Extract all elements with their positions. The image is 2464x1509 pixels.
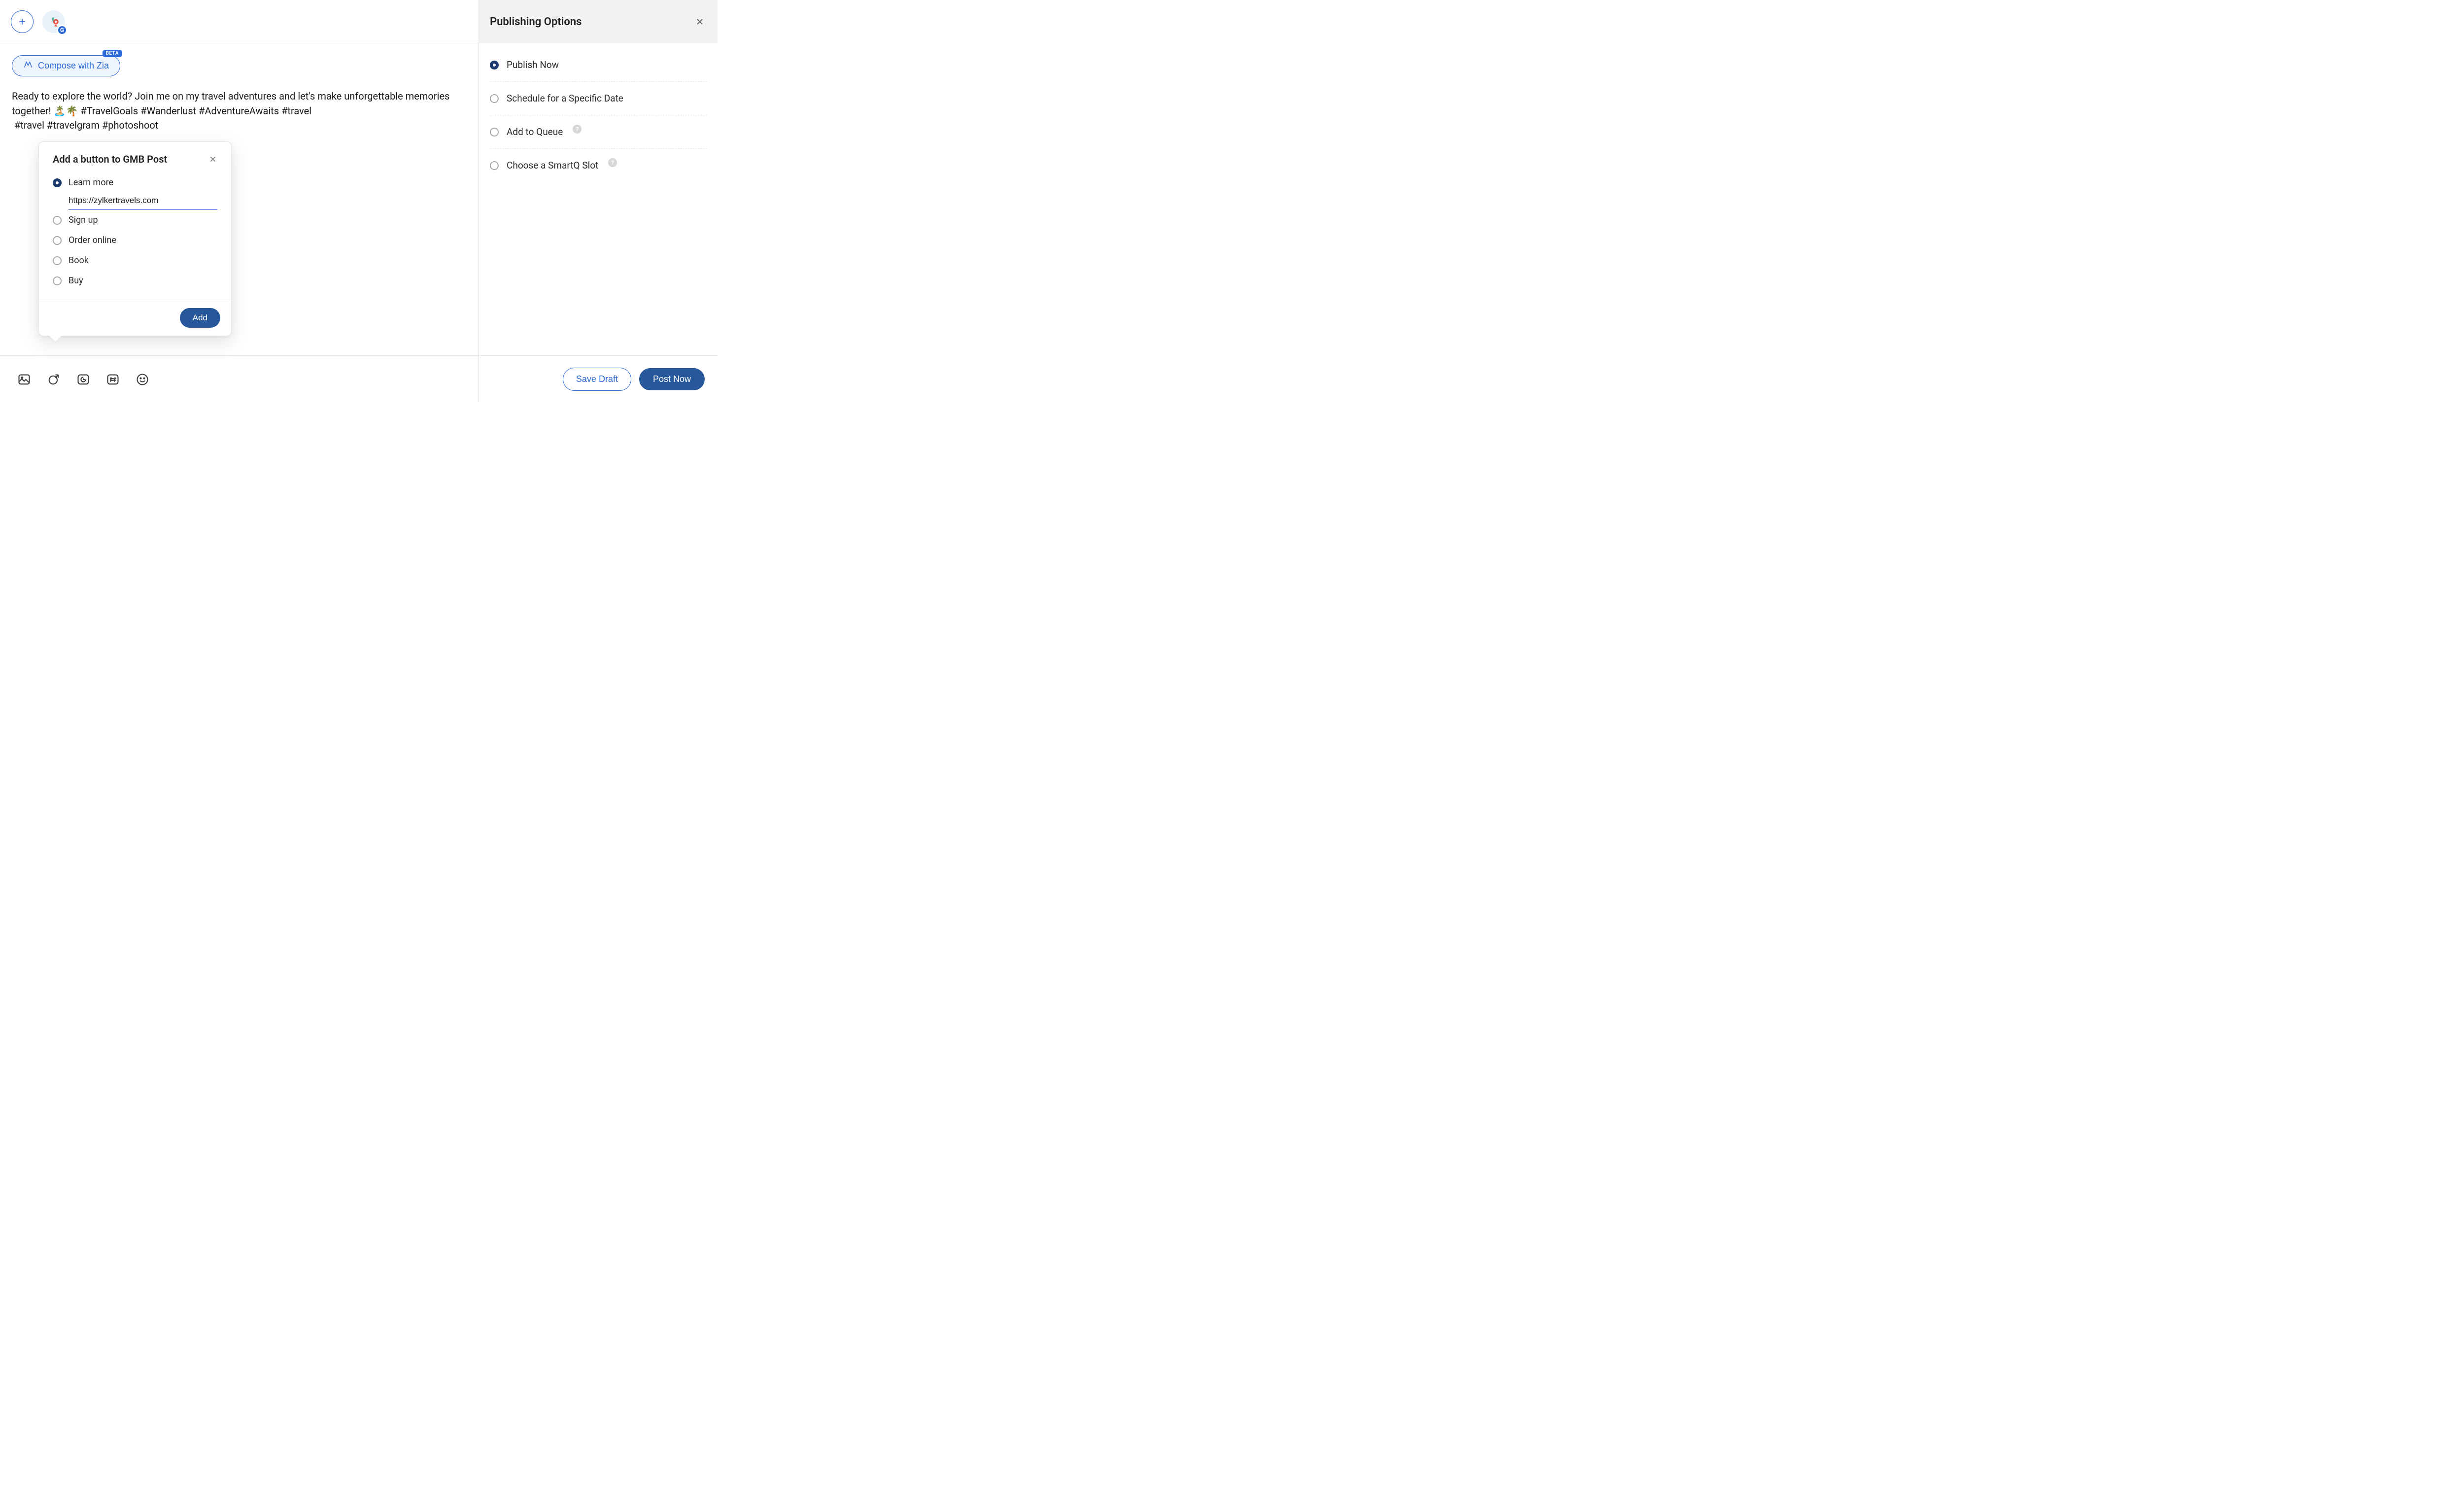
footer-actions: Save Draft Post Now [479, 356, 718, 402]
publish-option-smartq[interactable]: Choose a SmartQ Slot ? [490, 149, 707, 182]
publishing-title: Publishing Options [490, 16, 582, 28]
publish-option-queue[interactable]: Add to Queue ? [490, 115, 707, 149]
option-label: Add to Queue [507, 126, 563, 137]
publishing-close-button[interactable] [693, 15, 707, 29]
radio-icon [490, 161, 499, 170]
help-icon[interactable]: ? [608, 158, 617, 167]
gmb-option-book[interactable]: Book [53, 250, 217, 271]
radio-icon [53, 276, 62, 285]
channel-gmb[interactable]: G [42, 10, 65, 33]
gmb-cta-button[interactable] [76, 372, 91, 387]
publish-option-now[interactable]: Publish Now [490, 48, 707, 82]
zia-label: Compose with Zia [38, 61, 109, 71]
option-label: Publish Now [507, 59, 559, 70]
gmb-option-order-online[interactable]: Order online [53, 230, 217, 250]
post-text[interactable]: Ready to explore the world? Join me on m… [12, 89, 467, 133]
radio-icon [490, 128, 499, 137]
close-icon [695, 17, 705, 27]
save-draft-button[interactable]: Save Draft [563, 368, 631, 391]
gmb-option-sign-up[interactable]: Sign up [53, 210, 217, 230]
popover-title: Add a button to GMB Post [53, 153, 167, 165]
radio-icon [53, 256, 62, 265]
gmb-url-input[interactable] [68, 193, 217, 210]
option-label: Order online [68, 235, 116, 245]
radio-icon [53, 216, 62, 225]
smile-icon [136, 373, 149, 386]
close-icon [208, 155, 217, 164]
link-button[interactable] [46, 372, 61, 387]
radio-icon [490, 61, 499, 69]
compose-toolbar [0, 356, 479, 402]
option-label: Choose a SmartQ Slot [507, 160, 598, 171]
popover-close-button[interactable] [206, 153, 219, 166]
compose-area: Compose with Zia BETA Ready to explore t… [0, 43, 479, 145]
option-label: Buy [68, 275, 83, 286]
gmb-icon [76, 373, 90, 386]
map-pin-icon [47, 15, 60, 28]
hashtag-button[interactable] [105, 372, 120, 387]
help-icon[interactable]: ? [573, 125, 582, 134]
publish-option-schedule[interactable]: Schedule for a Specific Date [490, 82, 707, 115]
plus-icon [17, 17, 27, 27]
channel-bar: G [0, 0, 479, 43]
zia-icon [23, 60, 33, 71]
share-out-icon [47, 373, 61, 386]
hashtag-icon [106, 373, 120, 386]
option-label: Book [68, 255, 89, 266]
publishing-panel: Publishing Options Publish Now Schedule … [479, 0, 718, 402]
gmb-button-popover: Add a button to GMB Post Learn more Sign… [38, 141, 232, 336]
radio-icon [490, 94, 499, 103]
gmb-option-buy[interactable]: Buy [53, 271, 217, 291]
radio-icon [53, 236, 62, 245]
image-icon [17, 373, 31, 386]
compose-panel: G Compose with Zia BETA Ready to explore… [0, 0, 479, 402]
option-label: Learn more [68, 177, 113, 188]
gmb-add-button[interactable]: Add [180, 308, 220, 328]
add-channel-button[interactable] [11, 10, 34, 33]
option-label: Sign up [68, 215, 98, 225]
option-label: Schedule for a Specific Date [507, 93, 623, 104]
beta-badge: BETA [103, 50, 123, 57]
radio-icon [53, 178, 62, 187]
media-button[interactable] [17, 372, 32, 387]
post-now-button[interactable]: Post Now [639, 368, 705, 390]
emoji-button[interactable] [135, 372, 150, 387]
compose-with-zia-button[interactable]: Compose with Zia [12, 55, 120, 76]
google-badge-icon: G [57, 25, 67, 35]
gmb-option-learn-more[interactable]: Learn more [53, 172, 217, 193]
